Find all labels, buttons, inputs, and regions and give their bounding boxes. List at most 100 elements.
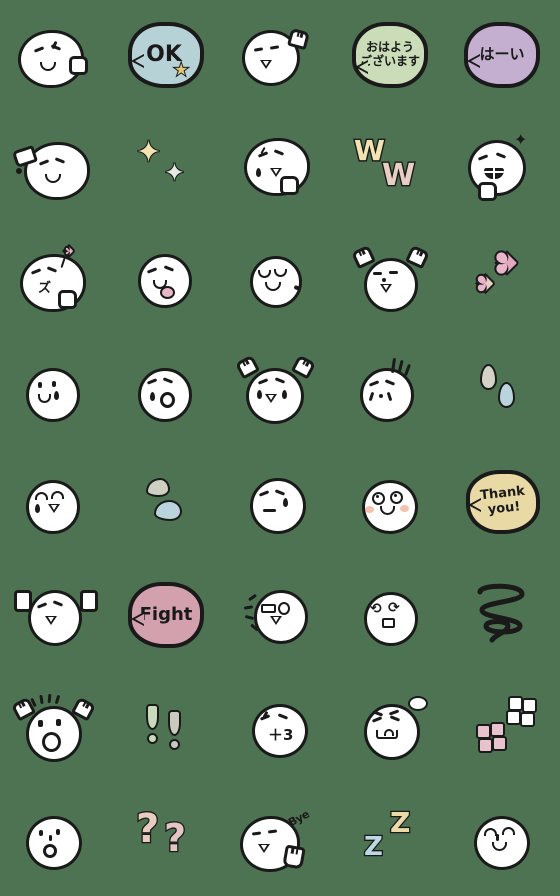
speech-bubble: Thank you! [466,470,540,534]
hair-2 [39,694,44,705]
sweat-blob-gray [146,478,170,497]
mouth [160,392,175,408]
sparkle-icon: ✦ [514,130,528,149]
eye-right [278,602,290,615]
sticker-cell-sparkles[interactable]: ✦ ✦ [112,112,224,224]
sticker-cell-bubble-ok[interactable]: OK ★ [112,0,224,112]
sticker-cell-face-pouting-kiss[interactable]: ＋3 [224,672,336,784]
sticker-cell-face-greeting-hand[interactable] [224,0,336,112]
sticker-cell-two-exclamation-marks[interactable] [112,672,224,784]
sticker-cell-face-shocked-hands[interactable] [0,672,112,784]
bubble-text: Fight [139,603,193,625]
exclamation-stem [168,710,181,736]
sticker-cell-bubble-haai[interactable]: はーい [448,0,560,112]
eye-right [56,829,60,835]
sticker-cell-face-single-tear[interactable] [0,336,112,448]
sweat-drop [283,498,288,507]
sticker-cell-face-puzzled[interactable] [0,784,112,896]
eye-left [373,272,382,275]
mouth [258,844,270,853]
star-icon: ★ [173,60,189,79]
sticker-cell-face-wink-thumbs-up[interactable] [0,0,112,112]
heart-icon-beige [474,272,497,295]
face-body [250,478,306,534]
sticker-cell-face-grin-sparkle[interactable]: ✦ [448,112,560,224]
eye-left [39,830,43,836]
bubble-text: おはよう ございます [359,40,420,68]
shiver-line-1 [247,593,258,602]
hand [280,176,299,195]
nose-line [496,834,499,841]
hair-4 [54,694,61,705]
sticker-cell-face-salute[interactable] [0,112,112,224]
exclamation-2 [168,710,181,750]
eye-right [52,381,56,387]
sticker-cell-face-dizzy-spiral[interactable]: ⟲ ⟳ [336,560,448,672]
mouth [45,616,57,625]
anger-mark-3 [506,710,521,725]
anger-mark-7 [478,738,493,753]
hand [58,290,77,309]
sticker-cell-face-hands-up-cheer[interactable] [336,224,448,336]
sticker-cell-two-hearts[interactable] [448,224,560,336]
nose-dot [382,278,386,282]
salute-dot [16,168,22,174]
z-glyph-upper: Z [389,805,412,841]
eye-right [389,271,398,274]
sticker-cell-text-ww-laugh[interactable]: W W [336,112,448,224]
sticker-cell-face-sobbing[interactable] [112,336,224,448]
tear-left [35,504,40,513]
fist-right [80,590,98,612]
sticker-cell-spiral-dizzy[interactable] [448,560,560,672]
waving-hand [282,844,306,870]
mouth [382,618,395,628]
sticker-cell-face-waving-bye[interactable]: Bye [224,784,336,896]
shiver-line-2 [243,605,254,610]
bubble-tail [131,612,144,626]
sweat-line-3 [404,363,411,377]
sticker-cell-bubble-fight[interactable]: Fight [112,560,224,672]
sticker-cell-face-cold-sweat[interactable] [224,448,336,560]
anger-mark-2 [522,698,537,713]
eye-left [372,492,385,505]
tear-drop [256,168,261,177]
sticker-cell-bubble-ohayou[interactable]: おはよう ございます [336,0,448,112]
sticker-cell-face-fists-determined[interactable] [0,560,112,672]
sticker-cell-two-question-marks[interactable]: ? ? [112,784,224,896]
sticker-cell-face-shivering-shock[interactable] [224,560,336,672]
speech-bubble: Fight [128,582,204,648]
sticker-cell-bubble-thank-you[interactable]: Thank you! [448,448,560,560]
shiver-line-3 [244,614,255,621]
bubble-tail [467,54,480,68]
exclamation-dot [147,733,158,744]
puff-cloud [408,696,428,711]
sticker-cell-face-kiss-heart[interactable]: ズ [0,224,112,336]
anger-mark-5 [476,724,491,739]
w-glyph-2: W [381,157,417,195]
face-body [244,138,310,196]
sweat-blob-blue [154,500,182,521]
sticker-cell-two-teardrops[interactable] [448,336,560,448]
sticker-cell-face-content-smile[interactable] [448,784,560,896]
eye-left [38,720,43,727]
sticker-cell-face-smiling[interactable] [224,224,336,336]
fist-left [14,590,32,612]
sticker-cell-face-tongue-out[interactable] [112,224,224,336]
sticker-cell-face-blushing-smile[interactable] [336,448,448,560]
sticker-cell-sweat-blobs[interactable] [112,448,224,560]
mouth [265,394,277,403]
sticker-cell-face-crying-hands-up[interactable] [224,336,336,448]
z-glyph-lower: Z [363,831,384,864]
sticker-cell-face-crying-open[interactable] [0,448,112,560]
eye-right [390,491,403,504]
hair-3 [47,693,52,704]
sticker-cell-anger-marks[interactable] [448,672,560,784]
sticker-cell-sleeping-z-z[interactable]: Z Z [336,784,448,896]
sticker-cell-face-angry-puff[interactable] [336,672,448,784]
eye-left [35,492,48,500]
sticker-cell-face-worried-sweat[interactable] [336,336,448,448]
tear-left [150,392,155,401]
sticker-cell-face-crying-sweat[interactable] [224,112,336,224]
cheek-left [365,506,374,513]
mouth [380,284,392,293]
